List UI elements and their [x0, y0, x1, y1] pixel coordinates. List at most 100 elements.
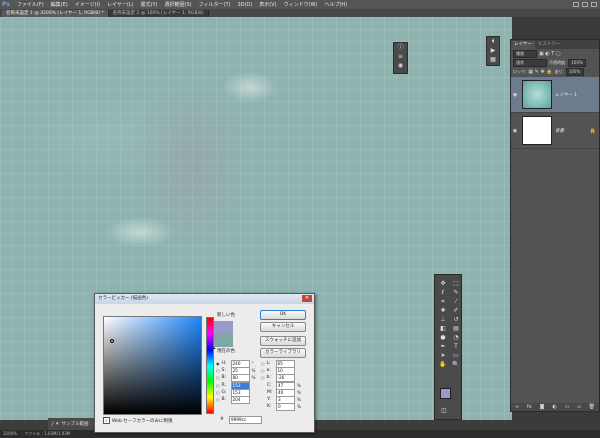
layer-row-background[interactable]: ◉ 背景 🔒 [511, 113, 599, 149]
color-field-cursor[interactable] [110, 339, 114, 343]
menu-image[interactable]: イメージ(I) [75, 1, 100, 8]
fill-input[interactable]: 100% [565, 68, 584, 76]
b-input[interactable]: 80 [230, 373, 250, 382]
minimize-icon[interactable] [573, 2, 579, 7]
foreground-color-swatch[interactable] [440, 388, 451, 399]
menu-layer[interactable]: レイヤー(L) [107, 1, 134, 8]
link-icon[interactable]: ∞ [515, 404, 519, 410]
quick-select-icon[interactable]: ✎ [450, 289, 462, 297]
quick-mask-icon[interactable]: ◫ [441, 407, 447, 414]
menu-filter[interactable]: フィルター(T) [199, 1, 231, 8]
add-to-swatches-button[interactable]: スウォッチに追加 [260, 336, 306, 346]
history-brush-icon[interactable]: ↺ [450, 316, 462, 324]
close-icon[interactable] [591, 2, 597, 7]
eyedropper-tool-icon[interactable]: ⁄ [52, 421, 53, 428]
cancel-button[interactable]: キャンセル [260, 322, 306, 332]
properties-icon[interactable]: ≡ [397, 54, 404, 60]
radio-b[interactable]: ○ [216, 375, 220, 380]
hand-icon[interactable]: ✋ [437, 361, 449, 369]
layer-row-layer-1[interactable]: ◉ レイヤー 1 [511, 77, 599, 113]
web-safe-checkbox[interactable]: ✓ [103, 417, 110, 424]
k-input[interactable]: 0 [276, 402, 295, 411]
actions-icon[interactable]: ▶ [490, 48, 497, 54]
history-icon[interactable]: ⏴ [490, 39, 497, 45]
new-color-label: 新しい色 [217, 313, 235, 318]
maximize-icon[interactable] [582, 2, 588, 7]
healing-icon[interactable]: ✚ [437, 307, 449, 315]
radio-l[interactable]: ○ [261, 361, 265, 366]
hex-input[interactable]: 9999cc [229, 415, 262, 424]
tab-history[interactable]: ヒストリー [535, 41, 564, 49]
brush-icon[interactable]: ✐ [450, 307, 462, 315]
current-color-swatch[interactable] [214, 334, 233, 347]
radio-h[interactable]: ◉ [216, 361, 220, 366]
shape-icon[interactable]: ▭ [450, 352, 462, 360]
lasso-icon[interactable]: ℓ [437, 289, 449, 297]
swatches-icon[interactable]: ▦ [490, 57, 497, 63]
radio-lab-b[interactable]: ○ [261, 375, 265, 380]
tools-panel: ✥ ⬚ ℓ ✎ ⌗ ⁄ ✚ ✐ ⊥ ↺ ◧ ▤ ● ◔ ✒ T ➤ ▭ ✋ 🔍 … [434, 274, 462, 420]
blend-mode-select[interactable]: 通常 [513, 59, 547, 67]
eyedropper-icon[interactable]: ⁄ [450, 298, 462, 306]
opacity-input[interactable]: 100% [568, 59, 587, 67]
stamp-icon[interactable]: ⊥ [437, 316, 449, 324]
ok-button[interactable]: OK [260, 310, 306, 320]
radio-r[interactable]: ○ [216, 383, 220, 388]
layer-name[interactable]: レイヤー 1 [555, 92, 577, 98]
chevron-down-icon[interactable]: ▾ [56, 421, 59, 427]
rgb-b-input[interactable]: 204 [230, 395, 250, 404]
layer-name[interactable]: 背景 [555, 128, 564, 134]
dodge-icon[interactable]: ◔ [450, 334, 462, 342]
trash-icon[interactable]: 🗑 [589, 404, 595, 410]
h-unit: ° [251, 361, 254, 366]
menu-view[interactable]: 表示(V) [259, 1, 276, 8]
menu-3d[interactable]: 3D(D) [237, 2, 252, 8]
saturation-brightness-field[interactable] [103, 316, 202, 415]
new-layer-icon[interactable]: ▫ [577, 404, 580, 410]
move-icon[interactable]: ✥ [437, 280, 449, 288]
radio-s[interactable]: ○ [216, 368, 220, 373]
menu-window[interactable]: ウィンドウ(W) [284, 1, 318, 8]
close-icon[interactable]: ✕ [302, 295, 312, 302]
menu-file[interactable]: ファイル(F) [17, 1, 44, 8]
hsb-fields: ◉ H: 240 ° ○ S: 25% ○ B: 80% [216, 359, 256, 382]
photoshop-logo: Ps [2, 1, 10, 8]
hue-slider[interactable] [206, 317, 214, 414]
folder-icon[interactable]: ▭ [565, 404, 570, 410]
radio-a[interactable]: ○ [261, 368, 265, 373]
menu-type[interactable]: 書式(Y) [141, 1, 158, 8]
cmyk-fields: C: 47% M: 40% Y: 3% K: 0% [261, 381, 301, 411]
marquee-icon[interactable]: ⬚ [450, 280, 462, 288]
pen-icon[interactable]: ✒ [437, 343, 449, 351]
zoom-level[interactable]: 3200% [3, 431, 17, 436]
radio-g[interactable]: ○ [216, 390, 220, 395]
document-tab-2[interactable]: 名称未設定 2 @ 100% (レイヤー 1, RGB/8) [108, 10, 209, 17]
menu-help[interactable]: ヘルプ(H) [324, 1, 347, 8]
r-label: R: [221, 383, 227, 388]
visibility-eye-icon[interactable]: ◉ [511, 128, 519, 134]
menu-edit[interactable]: 編集(E) [51, 1, 68, 8]
lab-b-input[interactable]: -26 [275, 373, 295, 382]
gradient-icon[interactable]: ▤ [450, 325, 462, 333]
mask-icon[interactable]: ◙ [540, 404, 545, 410]
adjust-icon[interactable]: ◉ [397, 63, 404, 69]
adjustment-icon[interactable]: ◐ [552, 404, 556, 410]
filter-icons[interactable]: ▣ ◐ T ▢ [539, 51, 561, 57]
eraser-icon[interactable]: ◧ [437, 325, 449, 333]
type-icon[interactable]: T [450, 343, 462, 351]
blur-icon[interactable]: ● [437, 334, 449, 342]
tab-layers[interactable]: レイヤー [511, 41, 535, 49]
visibility-eye-icon[interactable]: ◉ [511, 92, 519, 98]
fx-icon[interactable]: fx [527, 404, 532, 410]
zoom-icon[interactable]: 🔍 [450, 361, 462, 369]
lock-label: ロック: [513, 69, 527, 74]
radio-rgb-b[interactable]: ○ [216, 397, 220, 402]
path-select-icon[interactable]: ➤ [437, 352, 449, 360]
document-tab-1[interactable]: 名称未設定 1 @ 3200% (レイヤー 1, RGB/8) * [2, 10, 109, 17]
info-icon[interactable]: ⓘ [397, 45, 404, 51]
crop-icon[interactable]: ⌗ [437, 298, 449, 306]
layer-kind-filter[interactable]: 種類 [513, 50, 537, 58]
lock-icons[interactable]: ▦ ✎ ✥ 🔒 [528, 69, 552, 75]
menu-select[interactable]: 選択範囲(S) [165, 1, 192, 8]
color-libraries-button[interactable]: カラーライブラリ [260, 348, 306, 358]
